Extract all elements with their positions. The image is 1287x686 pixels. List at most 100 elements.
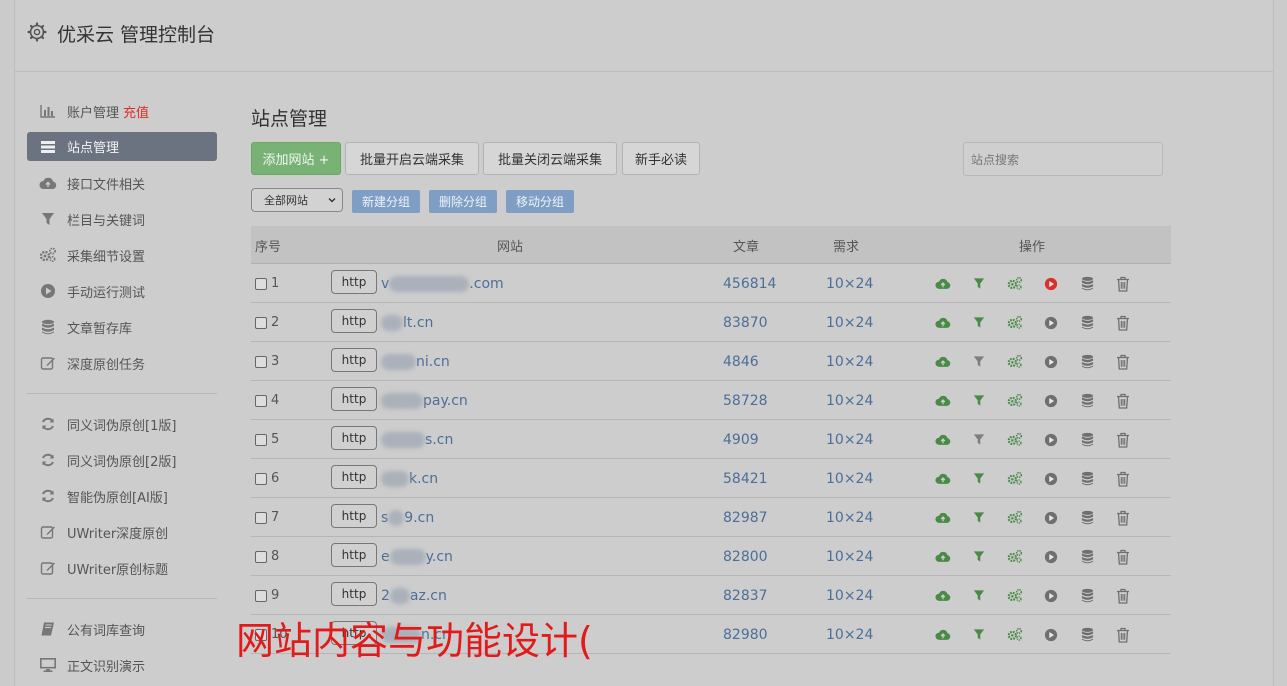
sidebar-item[interactable]: 同义词伪原创[2版] (27, 442, 217, 478)
demand-value[interactable]: 10×24 (826, 498, 873, 537)
demand-value[interactable]: 10×24 (826, 264, 873, 303)
sidebar-item[interactable]: 正文识别演示 (27, 647, 217, 683)
database-icon[interactable] (1079, 549, 1095, 565)
sidebar-item[interactable]: 站点管理 (27, 132, 217, 161)
sidebar-item[interactable]: 文章暂存库 (27, 309, 217, 345)
sidebar-item[interactable]: UWriter原创标题 (27, 550, 217, 586)
article-count[interactable]: 82987 (723, 498, 768, 537)
sidebar-item[interactable]: 账户管理 充值 (27, 93, 217, 129)
filter-icon[interactable] (971, 510, 987, 526)
delete-group-button[interactable]: 删除分组 (429, 190, 497, 213)
protocol-button[interactable]: http (331, 348, 377, 372)
sidebar-item[interactable]: 栏目与关键词 (27, 201, 217, 237)
filter-icon[interactable] (971, 588, 987, 604)
play-icon[interactable] (1043, 549, 1059, 565)
sidebar-item[interactable]: 同义词伪原创[1版] (27, 406, 217, 442)
cloud-upload-icon[interactable] (935, 432, 951, 448)
protocol-button[interactable]: http (331, 582, 377, 606)
row-checkbox[interactable] (255, 511, 267, 524)
article-count[interactable]: 82800 (723, 537, 768, 576)
cloud-upload-icon[interactable] (935, 393, 951, 409)
play-icon[interactable] (1043, 432, 1059, 448)
article-count[interactable]: 58421 (723, 459, 768, 498)
cloud-upload-icon[interactable] (935, 315, 951, 331)
gears-icon[interactable] (1007, 393, 1023, 409)
play-icon[interactable] (1043, 276, 1059, 292)
site-url[interactable]: ni.cn (381, 342, 450, 381)
demand-value[interactable]: 10×24 (826, 537, 873, 576)
article-count[interactable]: 82837 (723, 576, 768, 615)
trash-icon[interactable] (1115, 315, 1131, 331)
trash-icon[interactable] (1115, 471, 1131, 487)
filter-icon[interactable] (971, 627, 987, 643)
protocol-button[interactable]: http (331, 465, 377, 489)
database-icon[interactable] (1079, 471, 1095, 487)
database-icon[interactable] (1079, 432, 1095, 448)
play-icon[interactable] (1043, 315, 1059, 331)
demand-value[interactable]: 10×24 (826, 420, 873, 459)
sidebar-item[interactable]: 接口文件相关 (27, 165, 217, 201)
filter-icon[interactable] (971, 471, 987, 487)
add-site-button[interactable]: 添加网站 + (251, 142, 341, 175)
protocol-button[interactable]: http (331, 504, 377, 528)
cloud-upload-icon[interactable] (935, 549, 951, 565)
article-count[interactable]: 58728 (723, 381, 768, 420)
new-group-button[interactable]: 新建分组 (352, 190, 420, 213)
row-checkbox[interactable] (255, 355, 267, 368)
demand-value[interactable]: 10×24 (826, 342, 873, 381)
demand-value[interactable]: 10×24 (826, 381, 873, 420)
filter-icon[interactable] (971, 432, 987, 448)
protocol-button[interactable]: http (331, 270, 377, 294)
batch-enable-cloud-button[interactable]: 批量开启云端采集 (345, 142, 479, 175)
play-icon[interactable] (1043, 354, 1059, 370)
sidebar-item[interactable]: UWriter深度原创 (27, 514, 217, 550)
sidebar-item[interactable]: 采集细节设置 (27, 237, 217, 273)
filter-icon[interactable] (971, 354, 987, 370)
site-url[interactable]: lt.cn (381, 303, 433, 342)
database-icon[interactable] (1079, 354, 1095, 370)
database-icon[interactable] (1079, 393, 1095, 409)
article-count[interactable]: 456814 (723, 264, 776, 303)
database-icon[interactable] (1079, 627, 1095, 643)
site-url[interactable]: pay.cn (381, 381, 468, 420)
trash-icon[interactable] (1115, 432, 1131, 448)
protocol-button[interactable]: http (331, 543, 377, 567)
protocol-button[interactable]: http (331, 387, 377, 411)
sidebar-item[interactable]: 深度原创任务 (27, 345, 217, 381)
cloud-upload-icon[interactable] (935, 588, 951, 604)
play-icon[interactable] (1043, 471, 1059, 487)
trash-icon[interactable] (1115, 354, 1131, 370)
row-checkbox[interactable] (255, 589, 267, 602)
gears-icon[interactable] (1007, 432, 1023, 448)
gears-icon[interactable] (1007, 510, 1023, 526)
move-group-button[interactable]: 移动分组 (506, 190, 574, 213)
database-icon[interactable] (1079, 276, 1095, 292)
row-checkbox[interactable] (255, 316, 267, 329)
site-search-input[interactable]: 站点搜索 (963, 142, 1163, 176)
demand-value[interactable]: 10×24 (826, 615, 873, 654)
row-checkbox[interactable] (255, 472, 267, 485)
trash-icon[interactable] (1115, 393, 1131, 409)
demand-value[interactable]: 10×24 (826, 459, 873, 498)
filter-icon[interactable] (971, 276, 987, 292)
sidebar-item[interactable]: 手动运行测试 (27, 273, 217, 309)
demand-value[interactable]: 10×24 (826, 576, 873, 615)
gears-icon[interactable] (1007, 315, 1023, 331)
cloud-upload-icon[interactable] (935, 354, 951, 370)
filter-icon[interactable] (971, 393, 987, 409)
gears-icon[interactable] (1007, 549, 1023, 565)
recharge-link[interactable]: 充值 (123, 102, 149, 121)
gears-icon[interactable] (1007, 471, 1023, 487)
site-url[interactable]: v .com (381, 264, 504, 303)
site-group-select[interactable]: 全部网站 (251, 188, 343, 212)
play-icon[interactable] (1043, 588, 1059, 604)
cloud-upload-icon[interactable] (935, 276, 951, 292)
filter-icon[interactable] (971, 549, 987, 565)
protocol-button[interactable]: http (331, 426, 377, 450)
trash-icon[interactable] (1115, 549, 1131, 565)
database-icon[interactable] (1079, 510, 1095, 526)
article-count[interactable]: 4846 (723, 342, 759, 381)
gears-icon[interactable] (1007, 588, 1023, 604)
play-icon[interactable] (1043, 627, 1059, 643)
trash-icon[interactable] (1115, 510, 1131, 526)
